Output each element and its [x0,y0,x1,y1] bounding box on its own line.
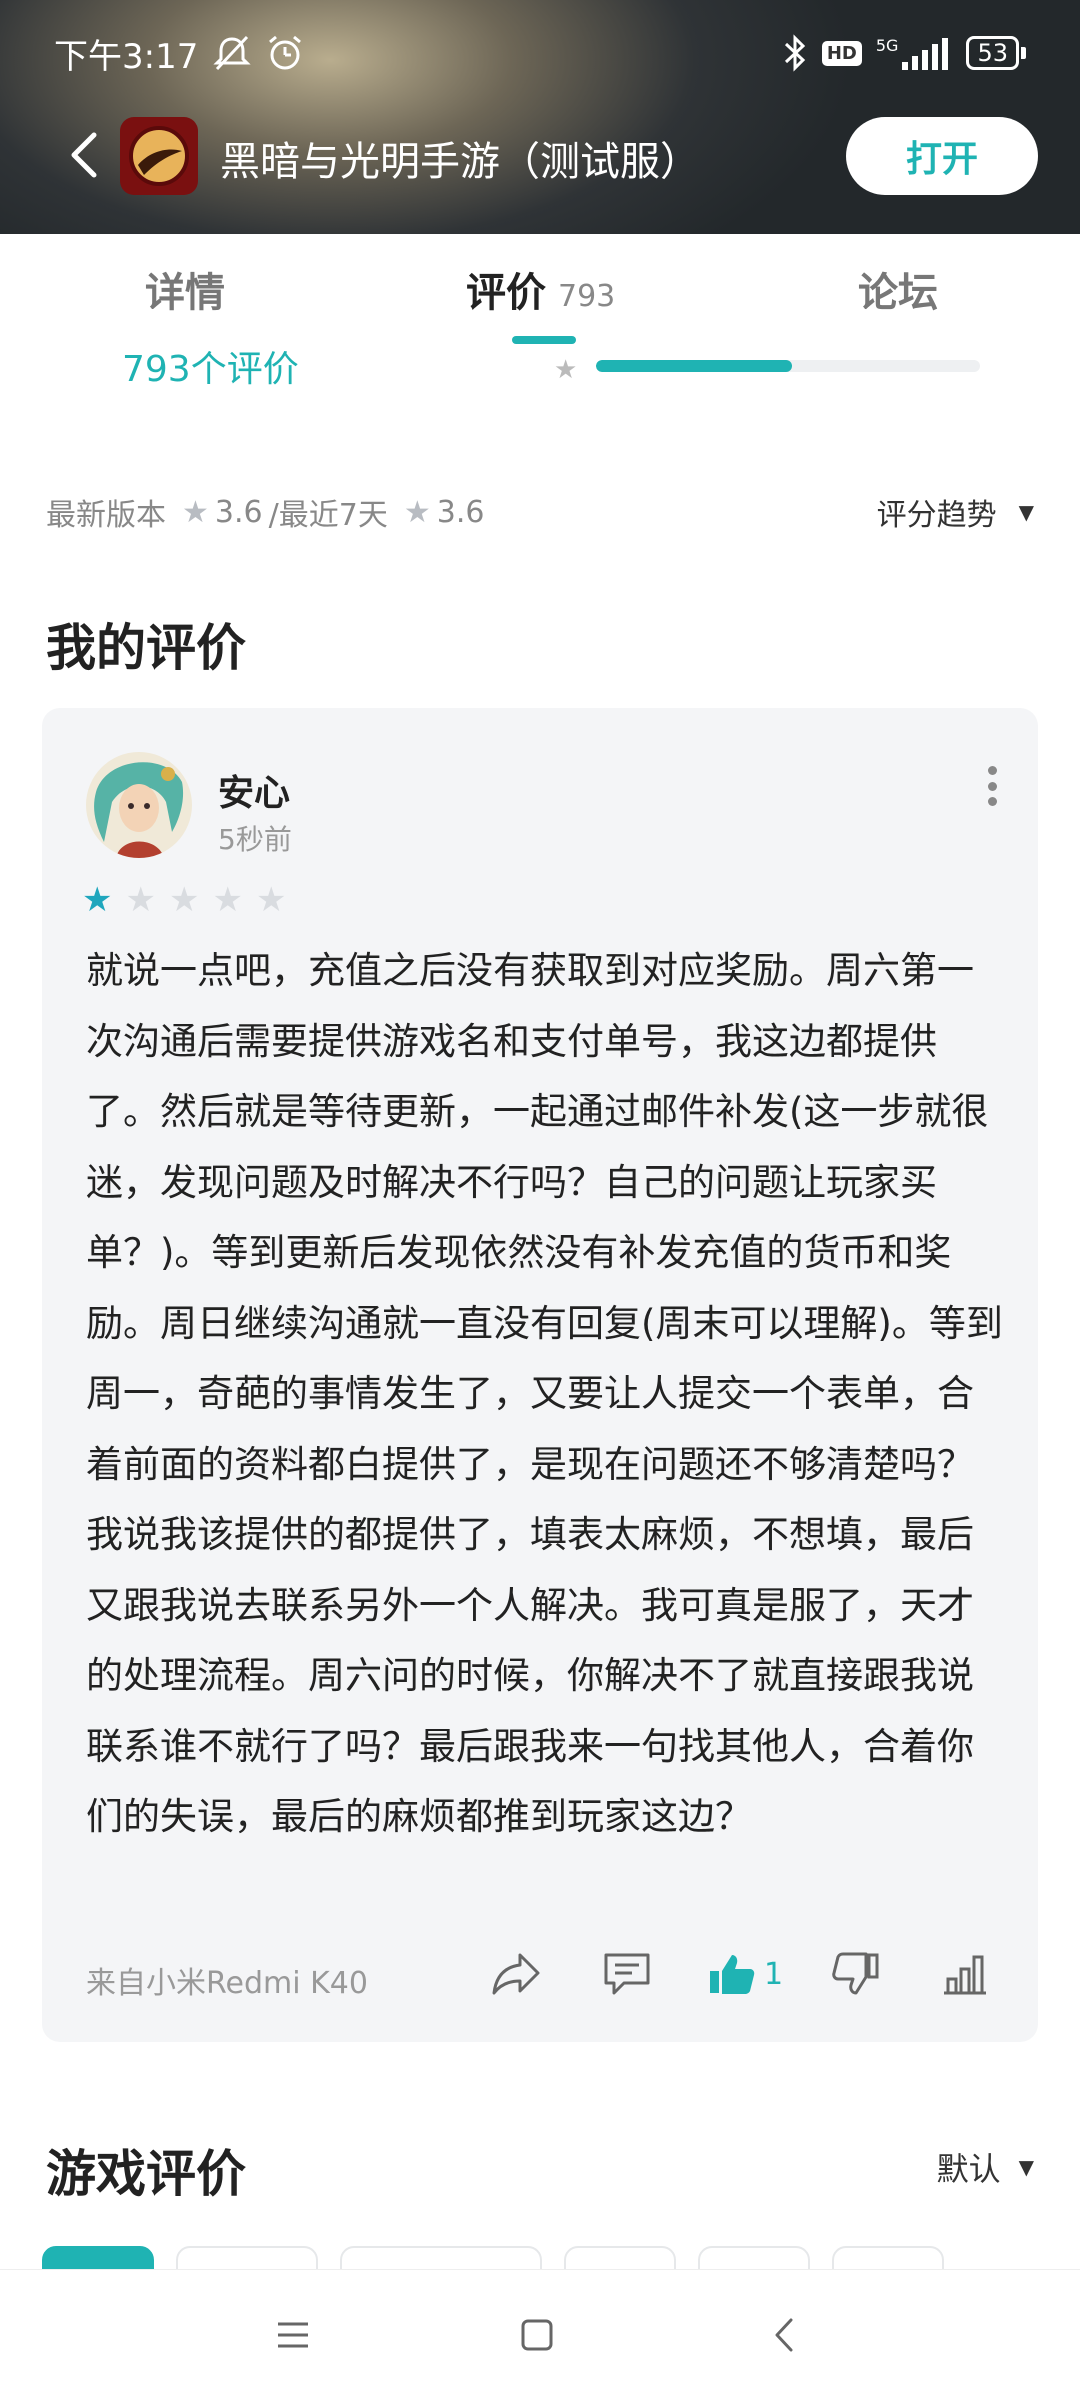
stats-button[interactable] [942,1944,988,2004]
rating-trend-label: 评分趋势 [876,498,997,533]
star-empty-icon: ★ [212,880,243,920]
star-icon: ★ [182,494,209,530]
review-text: 就说一点吧，充值之后没有获取到对应奖励。周六第一次沟通后需要提供游戏名和支付单号… [86,949,1003,1838]
star-icon: ★ [403,494,431,530]
app-bar: 黑暗与光明手游（测试服） 打开 [0,115,1080,197]
tab-reviews[interactable]: 评价 793 [466,260,615,318]
avatar [86,752,192,858]
app-header: 下午3:17 HD 5G 53 黑暗与光明手游（测试服） 打开 [0,0,1080,234]
signal-icon [902,38,949,70]
latest-version-label: 最新版本 [46,498,166,533]
rating-distribution-fill [596,360,792,372]
battery-icon: 53 [966,36,1026,70]
rating-distribution-bar [596,360,980,372]
tab-details[interactable]: 详情 [145,260,225,318]
review-actions: 1 [42,1944,1038,2004]
5g-badge: 5G [875,36,899,55]
version-rating-line: 最新版本 ★ 3.6 /最近7天 ★ 3.6 [46,490,484,534]
hd-badge: HD [821,40,862,66]
app-title: 黑暗与光明手游（测试服） [220,139,700,185]
game-reviews-title: 游戏评价 [46,2145,246,2203]
thumbs-up-icon [710,1955,755,1994]
star-filled-icon: ★ [82,880,113,920]
my-review-title: 我的评价 [46,619,246,677]
mute-icon [213,35,251,71]
bluetooth-icon [784,34,806,72]
like-button[interactable]: 1 [708,1944,783,2004]
recent-score: 3.6 [436,494,485,530]
home-icon[interactable] [512,2310,562,2360]
back-icon[interactable] [760,2310,810,2360]
star-empty-icon: ★ [255,880,287,920]
summary-star-icon: ★ [554,355,578,385]
menu-icon[interactable] [268,2310,318,2360]
status-bar: 下午3:17 HD 5G 53 [54,28,1026,78]
bar-chart-icon [944,1955,986,1995]
share-button[interactable] [490,1944,542,2004]
star-empty-icon: ★ [125,880,156,920]
tab-forum[interactable]: 论坛 [858,260,938,318]
app-icon [120,117,198,195]
thumbs-down-icon [832,1952,879,1995]
back-arrow-icon[interactable] [60,129,112,181]
status-time: 下午3:17 [54,36,199,77]
sort-dropdown[interactable]: 默认 ▼ [937,2144,1034,2190]
more-options-icon[interactable] [986,766,998,806]
like-count: 1 [764,1956,784,1992]
star-empty-icon: ★ [168,880,200,920]
alarm-icon [269,35,302,70]
battery-level: 53 [966,36,1019,70]
comment-button[interactable] [602,1944,652,2004]
tab-indicator [512,336,576,344]
dislike-button[interactable] [832,1944,880,2004]
review-username: 安心 [218,773,291,814]
recent-label: /最近7天 [268,498,388,533]
review-star-rating: ★ ★ ★ ★ ★ [82,880,286,920]
review-count-label: 793个评价 [122,349,299,390]
rating-trend-dropdown[interactable]: 评分趋势 ▼ [877,490,1034,534]
tab-reviews-count: 793 [558,279,616,314]
signal-group: 5G [876,36,953,70]
system-nav-bar [0,2269,1080,2400]
tab-bar: 详情 评价 793 论坛 [0,234,1080,352]
caret-down-icon: ▼ [1018,500,1034,524]
comment-icon [604,1953,650,1995]
share-icon [492,1953,540,1995]
caret-down-icon: ▼ [1018,2155,1034,2179]
review-time: 5秒前 [218,823,292,856]
latest-version-score: 3.6 [214,494,263,530]
open-button[interactable]: 打开 [846,117,1038,195]
sort-label: 默认 [936,2150,1001,2188]
my-review-card: 安心 5秒前 ★ ★ ★ ★ ★ 就说一点吧，充值之后没有获取到对应奖励。周六第一次沟通… [42,708,1038,2042]
